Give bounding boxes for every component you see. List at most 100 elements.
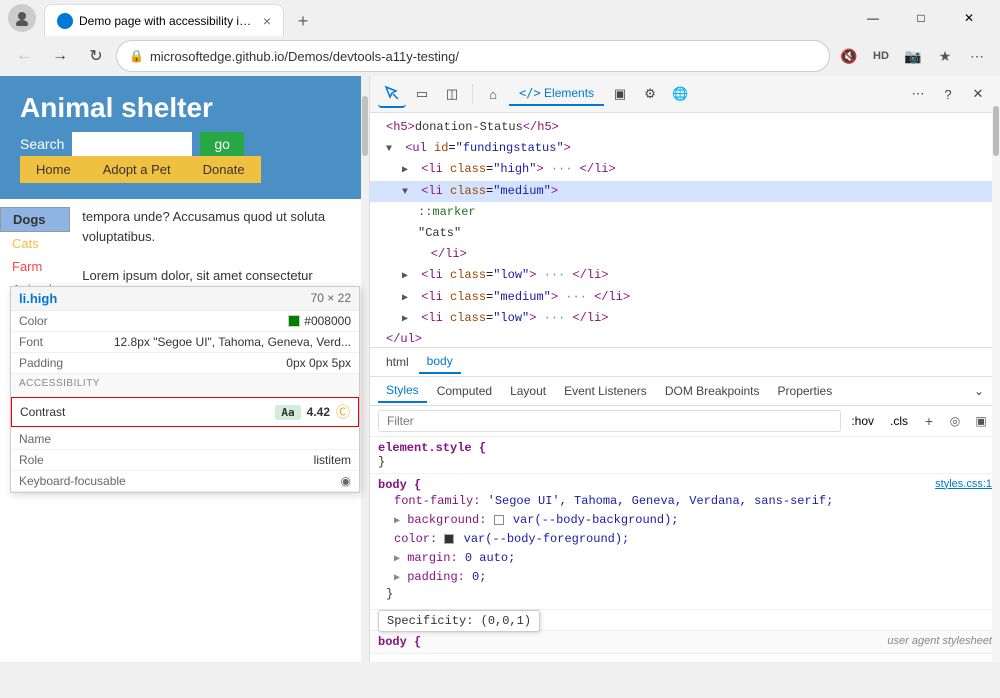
triangle-icon[interactable]	[402, 160, 414, 179]
devtools-scrollbar[interactable]	[992, 76, 1000, 662]
tab-more-styles[interactable]: ⌄	[966, 380, 992, 402]
html-line-li-medium-close[interactable]: </li>	[370, 244, 1000, 265]
hov-button[interactable]: :hov	[845, 412, 880, 430]
filter-input[interactable]	[378, 410, 841, 432]
body-color: color: var(--body-foreground);	[378, 530, 992, 549]
tab-event-listeners[interactable]: Event Listeners	[556, 380, 655, 402]
body-font-family: font-family: 'Segoe UI', Tahoma, Geneva,…	[378, 492, 992, 511]
tab-properties[interactable]: Properties	[770, 380, 841, 402]
forward-button[interactable]: →	[44, 40, 76, 72]
triangle-icon[interactable]	[402, 288, 414, 307]
toolbar-separator	[472, 84, 473, 104]
role-value: listitem	[314, 453, 351, 467]
expand-arrow-padding[interactable]: ▶	[394, 573, 400, 584]
tab-body[interactable]: body	[419, 350, 461, 374]
go-button[interactable]: go	[200, 132, 244, 156]
color-swatch	[288, 315, 300, 327]
tab-layout[interactable]: Layout	[502, 380, 554, 402]
contrast-label: Contrast	[20, 405, 65, 419]
webpage-scrollbar[interactable]	[361, 76, 369, 662]
expand-arrow[interactable]: ▶	[394, 516, 400, 527]
more-button[interactable]: ⋯	[962, 41, 992, 71]
name-label: Name	[19, 432, 51, 446]
nav-home[interactable]: Home	[20, 156, 87, 183]
sidebar-cats[interactable]: Cats	[0, 232, 70, 255]
read-aloud-button[interactable]: 🔇	[834, 41, 864, 71]
devtools-scrollbar-thumb[interactable]	[993, 106, 999, 156]
contrast-row: Contrast Aa 4.42 Ⓒ	[11, 397, 359, 427]
active-tab[interactable]: Demo page with accessibility iss... ×	[44, 4, 284, 36]
expand-arrow-margin[interactable]: ▶	[394, 554, 400, 565]
html-line-marker[interactable]: ::marker	[370, 202, 1000, 223]
sidebar-farm[interactable]: Farm	[0, 255, 70, 278]
search-label: Search	[20, 136, 64, 152]
network-button[interactable]: 🌐	[666, 80, 694, 108]
webpage-scrollbar-thumb[interactable]	[362, 96, 368, 156]
user-agent-row: body { user agent stylesheet	[378, 635, 992, 649]
maximize-button[interactable]: □	[898, 2, 944, 34]
refresh-button[interactable]: ↻	[80, 40, 112, 72]
nav-adopt[interactable]: Adopt a Pet	[87, 156, 187, 183]
html-line-li-medium-2[interactable]: <li class="medium"> ··· </li>	[370, 287, 1000, 308]
color-label: Color	[19, 314, 48, 328]
triangle-icon[interactable]	[402, 309, 414, 328]
new-style-icon[interactable]: ◎	[944, 410, 966, 432]
html-line-li-low-1[interactable]: <li class="low"> ··· </li>	[370, 265, 1000, 286]
html-line-cats-text[interactable]: "Cats"	[370, 223, 1000, 244]
url-bar[interactable]: 🔒 microsoftedge.github.io/Demos/devtools…	[116, 40, 830, 72]
profile-icon[interactable]	[8, 4, 36, 32]
add-style-icon[interactable]: +	[918, 410, 940, 432]
triangle-icon[interactable]	[402, 182, 414, 201]
home-button[interactable]: ⌂	[479, 80, 507, 108]
tab-elements[interactable]: </> Elements	[509, 82, 604, 106]
tab-styles[interactable]: Styles	[378, 379, 427, 403]
inspect-font-row: Font 12.8px "Segoe UI", Tahoma, Geneva, …	[11, 332, 359, 353]
element-style-selector: element.style {	[378, 441, 992, 455]
html-line-h5[interactable]: <h5>donation-Status</h5>	[370, 117, 1000, 138]
triangle-icon[interactable]	[386, 139, 398, 158]
toggle-sidebar-button[interactable]: ◫	[438, 80, 466, 108]
devtools-help-button[interactable]: ?	[934, 80, 962, 108]
sidebar-dogs[interactable]: Dogs	[0, 207, 70, 232]
inspect-role-row: Role listitem	[11, 450, 359, 471]
favorites-button[interactable]: ★	[930, 41, 960, 71]
tab-computed[interactable]: Computed	[429, 380, 500, 402]
color-swatch-inline[interactable]	[444, 534, 454, 544]
devtools-toolbar: ▭ ◫ ⌂ </> Elements ▣ ⚙ 🌐 ⋯ ? ✕	[370, 76, 1000, 113]
search-input[interactable]	[72, 132, 192, 156]
warning-icon: Ⓒ	[336, 402, 350, 422]
html-line-li-medium-open[interactable]: <li class="medium">	[370, 181, 1000, 202]
back-button[interactable]: ←	[8, 40, 40, 72]
screenshot-button[interactable]: 📷	[898, 41, 928, 71]
sources-button[interactable]: ⚙	[636, 80, 664, 108]
minimize-button[interactable]: —	[850, 2, 896, 34]
inspect-style-icon[interactable]: ▣	[970, 410, 992, 432]
keyboard-label: Keyboard-focusable	[19, 474, 126, 488]
cls-button[interactable]: .cls	[884, 412, 914, 430]
hd-button[interactable]: HD	[866, 41, 896, 71]
triangle-icon[interactable]	[402, 266, 414, 285]
contrast-number: 4.42	[307, 405, 330, 419]
new-tab-button[interactable]: +	[288, 6, 318, 36]
inspect-tool-button[interactable]	[378, 80, 406, 108]
background-swatch[interactable]	[494, 515, 504, 525]
html-line-ul-close[interactable]: </ul>	[370, 329, 1000, 348]
specificity-tooltip: Specificity: (0,0,1)	[378, 610, 540, 632]
more-tools-button[interactable]: ⋯	[904, 80, 932, 108]
tab-dom-breakpoints[interactable]: DOM Breakpoints	[657, 380, 768, 402]
console-button[interactable]: ▣	[606, 80, 634, 108]
tab-close-button[interactable]: ×	[263, 13, 271, 29]
close-button[interactable]: ✕	[946, 2, 992, 34]
inspect-color-row: Color #008000	[11, 311, 359, 332]
nav-donate[interactable]: Donate	[187, 156, 261, 183]
device-emulation-button[interactable]: ▭	[408, 80, 436, 108]
specificity-text: Specificity: (0,0,1)	[387, 614, 531, 628]
html-line-ul[interactable]: <ul id="fundingstatus">	[370, 138, 1000, 159]
body-style-end: }	[378, 587, 992, 605]
style-source-link[interactable]: styles.css:1	[935, 478, 992, 490]
tab-html[interactable]: html	[378, 351, 417, 373]
html-line-li-low-2[interactable]: <li class="low"> ··· </li>	[370, 308, 1000, 329]
html-line-li-high[interactable]: <li class="high"> ··· </li>	[370, 159, 1000, 180]
devtools-close-button[interactable]: ✕	[964, 80, 992, 108]
inspect-size: 70 × 22	[311, 291, 351, 306]
